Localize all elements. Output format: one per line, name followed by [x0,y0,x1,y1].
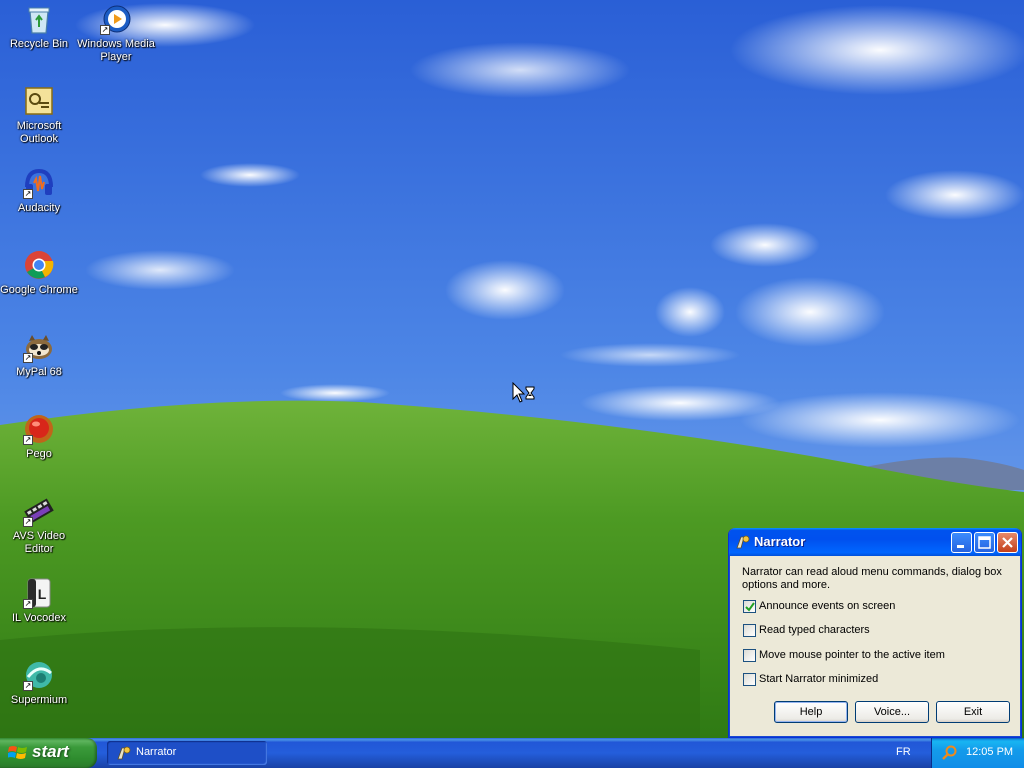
audacity-icon: ↗ [23,167,55,199]
shortcut-arrow-icon: ↗ [23,353,33,363]
shortcut-arrow-icon: ↗ [100,25,110,35]
avs-video-editor-icon: ↗ [23,495,55,527]
narrator-body: Narrator can read aloud menu commands, d… [733,556,1017,733]
windows-logo-icon [8,746,27,759]
clock[interactable]: 12:05 PM [966,746,1013,758]
pego-icon: ↗ [23,413,55,445]
shortcut-arrow-icon: ↗ [23,189,33,199]
desktop-icon-label: Supermium [10,694,68,706]
desktop-icon-audacity[interactable]: ↗ Audacity [0,167,78,215]
window-title: Narrator [754,534,806,549]
supermium-icon: ↗ [23,659,55,691]
read-typed-characters-checkbox[interactable] [743,624,756,637]
shortcut-arrow-icon: ↗ [23,435,33,445]
shortcut-arrow-icon: ↗ [23,681,33,691]
voice-button[interactable]: Voice... [855,701,929,723]
desktop-icon-il-vocodex[interactable]: L ↗ IL Vocodex [0,577,78,625]
taskbar-item-label: Narrator [136,746,177,758]
language-indicator[interactable]: FR [896,746,911,758]
mypal-icon: ↗ [23,331,55,363]
recycle-bin-icon [23,3,55,35]
desktop-icon-mypal-68[interactable]: ↗ MyPal 68 [0,331,78,379]
desktop-icon-microsoft-outlook[interactable]: Microsoft Outlook [0,85,78,146]
chrome-icon [23,249,55,281]
shortcut-arrow-icon: ↗ [23,599,33,609]
desktop-icon-label: Recycle Bin [9,38,69,50]
option-label: Start Narrator minimized [759,673,879,685]
system-tray: 12:05 PM [931,738,1024,768]
start-minimized-checkbox[interactable] [743,673,756,686]
narrator-titlebar[interactable]: Narrator [729,528,1021,556]
shortcut-arrow-icon: ↗ [23,517,33,527]
desktop-icon-avs-video-editor[interactable]: ↗ AVS Video Editor [0,495,78,556]
taskbar-item-narrator[interactable]: Narrator [107,741,267,765]
move-mouse-pointer-checkbox[interactable] [743,649,756,662]
option-label: Announce events on screen [759,600,896,612]
start-label: start [32,742,69,761]
taskbar: start Narrator FR 12:05 PM [0,738,1024,768]
il-vocodex-icon: L ↗ [23,577,55,609]
option-label: Read typed characters [759,624,870,636]
desktop-icon-label: Pego [26,448,52,460]
checkmark-icon [745,602,755,612]
desktop-icon-label: IL Vocodex [11,612,67,624]
option-label: Move mouse pointer to the active item [759,649,945,661]
exit-button[interactable]: Exit [936,701,1010,723]
desktop-icon-supermium[interactable]: ↗ Supermium [0,659,78,707]
desktop-icon-label: AVS Video Editor [12,530,66,555]
outlook-icon [23,85,55,117]
desktop-icon-google-chrome[interactable]: Google Chrome [0,249,78,297]
svg-text:L: L [38,586,47,602]
minimize-icon [957,545,964,548]
busy-cursor-icon [512,382,535,403]
desktop-icon-windows-media-player[interactable]: ↗ Windows Media Player [77,3,155,64]
desktop-icon-label: Windows Media Player [77,38,155,63]
announce-events-checkbox[interactable] [743,600,756,613]
start-button[interactable]: start [0,738,97,768]
magnifier-icon[interactable] [942,745,958,761]
desktop-icon-label: MyPal 68 [16,366,62,378]
maximize-button[interactable] [974,532,995,553]
minimize-button[interactable] [951,532,972,553]
close-icon [1002,537,1013,548]
desktop-icon-label: Audacity [17,202,61,214]
desktop-icon-recycle-bin[interactable]: Recycle Bin [0,3,78,51]
desktop-icon-pego[interactable]: ↗ Pego [0,413,78,461]
narrator-icon [736,535,750,549]
narrator-icon [117,746,131,760]
help-button[interactable]: Help [774,701,848,723]
windows-media-player-icon: ↗ [100,3,132,35]
desktop-icon-label: Google Chrome [0,284,78,296]
maximize-icon [978,536,991,549]
close-button[interactable] [997,532,1018,553]
narrator-window[interactable]: Narrator Narrator can read aloud menu co… [728,528,1022,738]
narrator-description: Narrator can read aloud menu commands, d… [742,566,1002,591]
desktop-icon-label: Microsoft Outlook [16,120,62,145]
